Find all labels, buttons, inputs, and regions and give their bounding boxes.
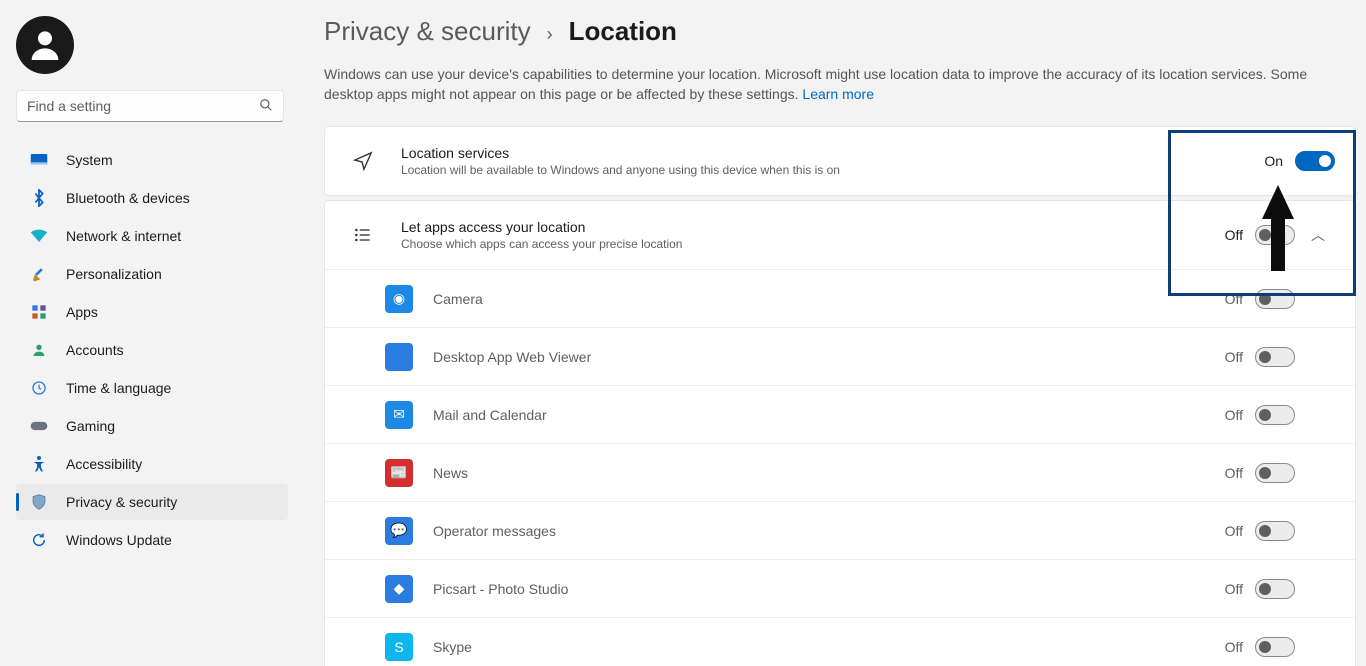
app-row[interactable]: S SkypeOff xyxy=(325,617,1355,666)
app-icon: S xyxy=(385,633,413,661)
chevron-up-icon[interactable]: ︿ xyxy=(1301,225,1335,245)
app-name: Desktop App Web Viewer xyxy=(433,349,1225,365)
sidebar-item-update[interactable]: Windows Update xyxy=(16,522,288,558)
app-toggle-state: Off xyxy=(1225,639,1243,655)
main-content: Privacy & security › Location Windows ca… xyxy=(300,0,1366,666)
app-name: Picsart - Photo Studio xyxy=(433,581,1225,597)
sidebar-item-label: Personalization xyxy=(66,266,162,282)
app-access-sub: Choose which apps can access your precis… xyxy=(401,237,1225,251)
app-toggle-state: Off xyxy=(1225,407,1243,423)
learn-more-link[interactable]: Learn more xyxy=(802,86,874,102)
location-services-toggle[interactable] xyxy=(1295,151,1335,171)
app-name: Operator messages xyxy=(433,523,1225,539)
location-services-title: Location services xyxy=(401,145,1264,161)
personal-icon xyxy=(30,265,48,283)
location-services-state: On xyxy=(1264,153,1283,169)
time-icon xyxy=(30,379,48,397)
sidebar-item-access[interactable]: Accessibility xyxy=(16,446,288,482)
sidebar-item-label: Apps xyxy=(66,304,98,320)
apps-icon xyxy=(30,303,48,321)
sidebar-item-label: Gaming xyxy=(66,418,115,434)
app-name: News xyxy=(433,465,1225,481)
app-toggle[interactable] xyxy=(1255,289,1295,309)
search-placeholder: Find a setting xyxy=(27,98,259,114)
app-row[interactable]: ◉ CameraOff xyxy=(325,269,1355,327)
app-toggle[interactable] xyxy=(1255,637,1295,657)
breadcrumb-parent[interactable]: Privacy & security xyxy=(324,16,531,47)
location-arrow-icon xyxy=(347,150,379,172)
list-settings-icon xyxy=(347,225,379,245)
app-access-row[interactable]: Let apps access your location Choose whi… xyxy=(325,201,1355,269)
search-input[interactable]: Find a setting xyxy=(16,90,284,122)
app-toggle[interactable] xyxy=(1255,347,1295,367)
app-row[interactable]: Desktop App Web ViewerOff xyxy=(325,327,1355,385)
sidebar-item-time[interactable]: Time & language xyxy=(16,370,288,406)
sidebar-item-bluetooth[interactable]: Bluetooth & devices xyxy=(16,180,288,216)
app-row[interactable]: ◆ Picsart - Photo StudioOff xyxy=(325,559,1355,617)
network-icon xyxy=(30,227,48,245)
privacy-icon xyxy=(30,493,48,511)
update-icon xyxy=(30,531,48,549)
app-toggle[interactable] xyxy=(1255,521,1295,541)
page-description: Windows can use your device's capabiliti… xyxy=(324,65,1324,104)
sidebar-item-apps[interactable]: Apps xyxy=(16,294,288,330)
app-name: Skype xyxy=(433,639,1225,655)
search-icon xyxy=(259,98,273,115)
app-icon: ◆ xyxy=(385,575,413,603)
profile-block[interactable] xyxy=(12,10,292,90)
sidebar-item-privacy[interactable]: Privacy & security xyxy=(16,484,288,520)
app-icon: 💬 xyxy=(385,517,413,545)
app-list: ◉CameraOff Desktop App Web ViewerOff ✉Ma… xyxy=(325,269,1355,666)
location-services-card: Location services Location will be avail… xyxy=(324,126,1356,196)
app-toggle[interactable] xyxy=(1255,463,1295,483)
sidebar-item-label: Accounts xyxy=(66,342,124,358)
app-toggle-state: Off xyxy=(1225,349,1243,365)
sidebar-item-gaming[interactable]: Gaming xyxy=(16,408,288,444)
app-name: Camera xyxy=(433,291,1225,307)
chevron-right-icon: › xyxy=(547,24,553,45)
app-access-card: Let apps access your location Choose whi… xyxy=(324,200,1356,666)
sidebar-item-label: Time & language xyxy=(66,380,171,396)
accounts-icon xyxy=(30,341,48,359)
app-toggle-state: Off xyxy=(1225,581,1243,597)
app-toggle-state: Off xyxy=(1225,523,1243,539)
app-access-title: Let apps access your location xyxy=(401,219,1225,235)
gaming-icon xyxy=(30,417,48,435)
sidebar-item-label: Bluetooth & devices xyxy=(66,190,190,206)
app-icon xyxy=(385,343,413,371)
sidebar: Find a setting System Bluetooth & devices… xyxy=(0,0,300,666)
page-title: Location xyxy=(569,16,677,47)
app-access-state: Off xyxy=(1225,227,1243,243)
app-access-toggle[interactable] xyxy=(1255,225,1295,245)
sidebar-item-accounts[interactable]: Accounts xyxy=(16,332,288,368)
breadcrumb: Privacy & security › Location xyxy=(324,10,1356,65)
bluetooth-icon xyxy=(30,189,48,207)
location-services-row[interactable]: Location services Location will be avail… xyxy=(325,127,1355,195)
app-toggle[interactable] xyxy=(1255,405,1295,425)
system-icon xyxy=(30,151,48,169)
app-row[interactable]: 💬 Operator messagesOff xyxy=(325,501,1355,559)
app-toggle-state: Off xyxy=(1225,465,1243,481)
app-icon: ✉ xyxy=(385,401,413,429)
app-icon: ◉ xyxy=(385,285,413,313)
app-row[interactable]: ✉ Mail and CalendarOff xyxy=(325,385,1355,443)
sidebar-item-label: Windows Update xyxy=(66,532,172,548)
avatar-icon xyxy=(16,16,74,74)
sidebar-item-personal[interactable]: Personalization xyxy=(16,256,288,292)
sidebar-item-label: Privacy & security xyxy=(66,494,177,510)
sidebar-item-label: Network & internet xyxy=(66,228,181,244)
app-toggle[interactable] xyxy=(1255,579,1295,599)
sidebar-item-label: Accessibility xyxy=(66,456,142,472)
sidebar-item-label: System xyxy=(66,152,113,168)
nav-list: System Bluetooth & devices Network & inter… xyxy=(12,142,292,558)
app-row[interactable]: 📰 NewsOff xyxy=(325,443,1355,501)
sidebar-item-network[interactable]: Network & internet xyxy=(16,218,288,254)
access-icon xyxy=(30,455,48,473)
location-services-sub: Location will be available to Windows an… xyxy=(401,163,1264,177)
app-name: Mail and Calendar xyxy=(433,407,1225,423)
app-icon: 📰 xyxy=(385,459,413,487)
app-toggle-state: Off xyxy=(1225,291,1243,307)
sidebar-item-system[interactable]: System xyxy=(16,142,288,178)
